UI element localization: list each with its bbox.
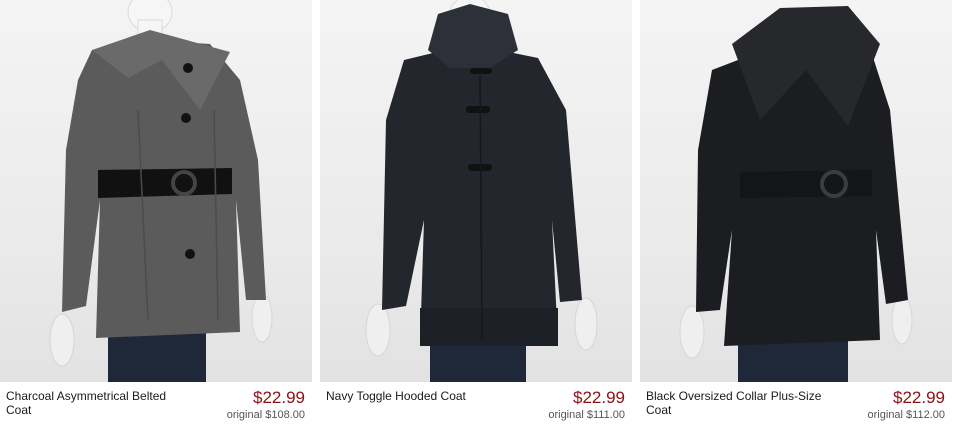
product-name[interactable]: Charcoal Asymmetrical Belted Coat: [6, 389, 191, 417]
product-image[interactable]: [320, 0, 632, 382]
product-card[interactable]: Navy Toggle Hooded Coat $22.99 original …: [320, 0, 632, 429]
product-name[interactable]: Navy Toggle Hooded Coat: [326, 389, 511, 403]
sale-price: $22.99: [893, 388, 945, 407]
original-price: original $108.00: [226, 409, 305, 421]
coat-illustration: [49, 0, 273, 382]
product-name[interactable]: Black Oversized Collar Plus-Size Coat: [646, 389, 831, 417]
product-image[interactable]: [0, 0, 312, 382]
product-card[interactable]: Charcoal Asymmetrical Belted Coat $22.99…: [0, 0, 312, 429]
sale-price: $22.99: [253, 388, 305, 407]
product-image[interactable]: [640, 0, 952, 382]
sale-price: $22.99: [573, 388, 625, 407]
original-price: original $112.00: [867, 409, 945, 421]
product-grid: Charcoal Asymmetrical Belted Coat $22.99…: [0, 0, 957, 429]
coat-illustration: [365, 0, 598, 382]
coat-illustration: [679, 6, 913, 382]
product-card[interactable]: Black Oversized Collar Plus-Size Coat $2…: [640, 0, 952, 429]
original-price: original $111.00: [548, 409, 625, 421]
